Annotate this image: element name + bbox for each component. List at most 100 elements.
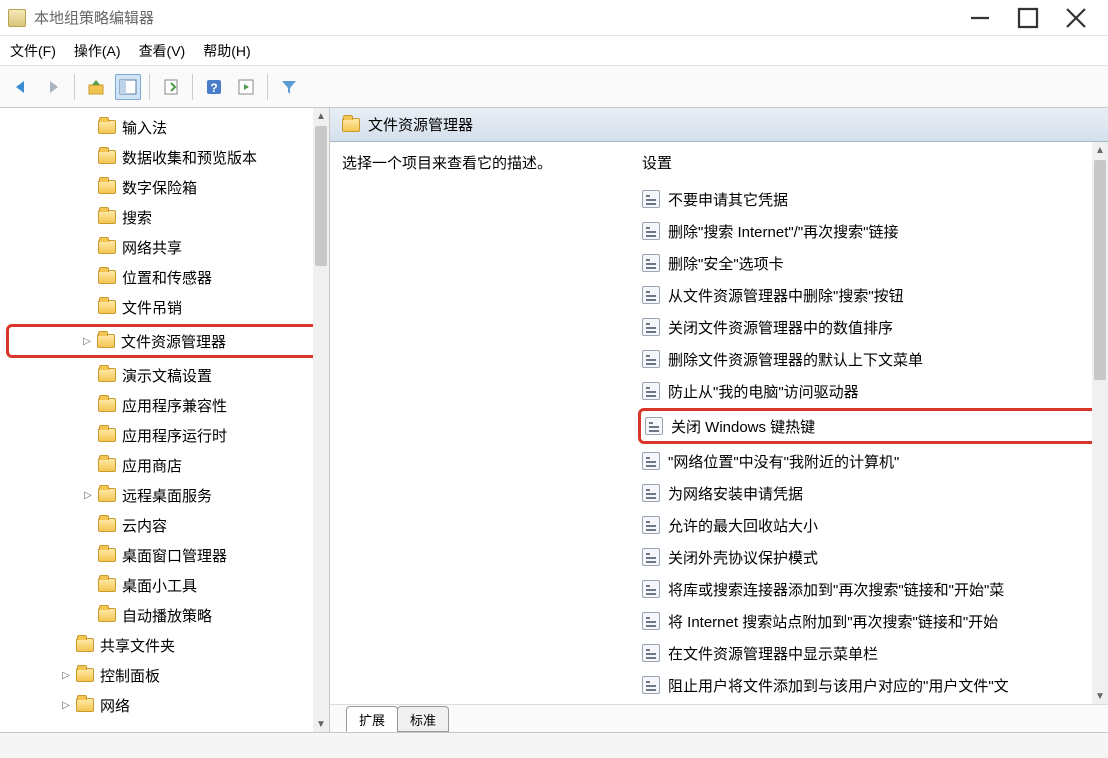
scroll-up-icon[interactable]: ▲: [1092, 142, 1108, 158]
show-hide-tree-button[interactable]: [115, 74, 141, 100]
folder-icon: [98, 368, 116, 382]
setting-label: 防止从"我的电脑"访问驱动器: [668, 381, 859, 402]
policy-icon: [645, 417, 663, 435]
folder-icon: [342, 118, 360, 132]
tree-item[interactable]: ▷ 文件资源管理器: [6, 324, 323, 358]
scroll-thumb[interactable]: [315, 126, 327, 266]
tree-item[interactable]: ▷网络: [6, 690, 329, 720]
setting-item[interactable]: 删除文件资源管理器的默认上下文菜单: [638, 343, 1108, 375]
tab-standard[interactable]: 标准: [397, 706, 449, 732]
minimize-button[interactable]: [968, 6, 992, 30]
tree-item-label: 应用程序运行时: [122, 425, 227, 446]
setting-item[interactable]: 不要申请其它凭据: [638, 183, 1108, 215]
close-button[interactable]: [1064, 6, 1088, 30]
tree-item[interactable]: ▷ 控制面板: [6, 660, 329, 690]
tree-item-label: 数据收集和预览版本: [122, 147, 257, 168]
tree-item[interactable]: ▷远程桌面服务: [6, 480, 329, 510]
expander-icon[interactable]: ▷: [79, 336, 95, 347]
setting-label: 删除文件资源管理器的默认上下文菜单: [668, 349, 923, 370]
tree-item[interactable]: 云内容: [6, 510, 329, 540]
tree-item-label: 文件资源管理器: [121, 331, 226, 352]
expander-icon[interactable]: ▷: [80, 490, 96, 501]
folder-icon: [98, 458, 116, 472]
setting-item[interactable]: 关闭文件资源管理器中的数值排序: [638, 311, 1108, 343]
content-area: 输入法数据收集和预览版本数字保险箱搜索网络共享位置和传感器文件吊销 ▷ 文件资源管理…: [0, 108, 1108, 732]
back-button[interactable]: [8, 74, 34, 100]
tree-item-label: 控制面板: [100, 665, 160, 686]
tree-scrollbar[interactable]: ▲ ▼: [313, 108, 329, 732]
setting-label: 将 Internet 搜索站点附加到"再次搜索"链接和"开始: [668, 611, 998, 632]
policy-icon: [642, 254, 660, 272]
up-button[interactable]: [83, 74, 109, 100]
export-button[interactable]: [158, 74, 184, 100]
policy-icon: [642, 350, 660, 368]
toolbar-separator: [267, 74, 268, 100]
setting-item[interactable]: 将 Internet 搜索站点附加到"再次搜索"链接和"开始: [638, 605, 1108, 637]
tree-item[interactable]: 应用程序兼容性: [6, 390, 329, 420]
scroll-thumb[interactable]: [1094, 160, 1106, 380]
tree-item[interactable]: 输入法: [6, 112, 329, 142]
setting-item[interactable]: 从文件资源管理器中删除"搜索"按钮: [638, 279, 1108, 311]
menu-view[interactable]: 查看(V): [139, 41, 186, 61]
setting-item[interactable]: 将库或搜索连接器添加到"再次搜索"链接和"开始"菜: [638, 573, 1108, 605]
tree-item[interactable]: 共享文件夹: [6, 630, 329, 660]
setting-item[interactable]: "网络位置"中没有"我附近的计算机": [638, 445, 1108, 477]
scroll-down-icon[interactable]: ▼: [1092, 688, 1108, 704]
setting-item[interactable]: 在文件资源管理器中显示菜单栏: [638, 637, 1108, 669]
setting-label: 关闭文件资源管理器中的数值排序: [668, 317, 893, 338]
setting-item[interactable]: 删除"搜索 Internet"/"再次搜索"链接: [638, 215, 1108, 247]
tabs-bar: 扩展 标准: [330, 704, 1108, 732]
setting-item[interactable]: 阻止用户将文件添加到与该用户对应的"用户文件"文: [638, 669, 1108, 701]
action-button[interactable]: [233, 74, 259, 100]
tree-item-label: 共享文件夹: [100, 635, 175, 656]
menu-help[interactable]: 帮助(H): [203, 41, 250, 61]
forward-button[interactable]: [40, 74, 66, 100]
folder-icon: [98, 488, 116, 502]
tree-item[interactable]: 网络共享: [6, 232, 329, 262]
setting-item[interactable]: 关闭外壳协议保护模式: [638, 541, 1108, 573]
folder-icon: [76, 698, 94, 712]
scroll-down-icon[interactable]: ▼: [313, 716, 329, 732]
folder-icon: [98, 578, 116, 592]
expander-icon[interactable]: ▷: [58, 700, 74, 711]
menu-file[interactable]: 文件(F): [10, 41, 56, 61]
details-panel: 文件资源管理器 选择一个项目来查看它的描述。 设置 不要申请其它凭据删除"搜索 …: [330, 108, 1108, 732]
details-header-label: 文件资源管理器: [368, 114, 473, 135]
tree-item[interactable]: 桌面窗口管理器: [6, 540, 329, 570]
menu-action[interactable]: 操作(A): [74, 41, 121, 61]
expander-icon[interactable]: ▷: [58, 670, 74, 681]
setting-label: 删除"安全"选项卡: [668, 253, 784, 274]
folder-icon: [98, 398, 116, 412]
policy-icon: [642, 222, 660, 240]
maximize-button[interactable]: [1016, 6, 1040, 30]
tree-item[interactable]: 搜索: [6, 202, 329, 232]
tree-item[interactable]: 演示文稿设置: [6, 360, 329, 390]
tree-item[interactable]: 数字保险箱: [6, 172, 329, 202]
setting-item[interactable]: 为网络安装申请凭据: [638, 477, 1108, 509]
setting-item[interactable]: 关闭 Windows 键热键: [638, 408, 1098, 444]
setting-item[interactable]: 允许的最大回收站大小: [638, 509, 1108, 541]
tree-item[interactable]: 位置和传感器: [6, 262, 329, 292]
menu-bar: 文件(F) 操作(A) 查看(V) 帮助(H): [0, 36, 1108, 66]
tree-item[interactable]: 应用程序运行时: [6, 420, 329, 450]
svg-text:?: ?: [210, 81, 217, 95]
tab-extended[interactable]: 扩展: [346, 706, 398, 732]
setting-item[interactable]: 删除"安全"选项卡: [638, 247, 1108, 279]
settings-list: 不要申请其它凭据删除"搜索 Internet"/"再次搜索"链接删除"安全"选项…: [638, 183, 1108, 704]
details-scrollbar[interactable]: ▲ ▼: [1092, 142, 1108, 704]
setting-label: 关闭 Windows 键热键: [671, 416, 815, 437]
policy-icon: [642, 286, 660, 304]
tree-item[interactable]: 桌面小工具: [6, 570, 329, 600]
description-text: 选择一个项目来查看它的描述。: [342, 155, 552, 172]
toolbar: ?: [0, 66, 1108, 108]
tree-item-label: 位置和传感器: [122, 267, 212, 288]
tree-item[interactable]: 文件吊销: [6, 292, 329, 322]
folder-icon: [98, 240, 116, 254]
tree-item[interactable]: 应用商店: [6, 450, 329, 480]
scroll-up-icon[interactable]: ▲: [313, 108, 329, 124]
tree-item[interactable]: 数据收集和预览版本: [6, 142, 329, 172]
help-button[interactable]: ?: [201, 74, 227, 100]
filter-button[interactable]: [276, 74, 302, 100]
setting-item[interactable]: 防止从"我的电脑"访问驱动器: [638, 375, 1108, 407]
tree-item[interactable]: 自动播放策略: [6, 600, 329, 630]
